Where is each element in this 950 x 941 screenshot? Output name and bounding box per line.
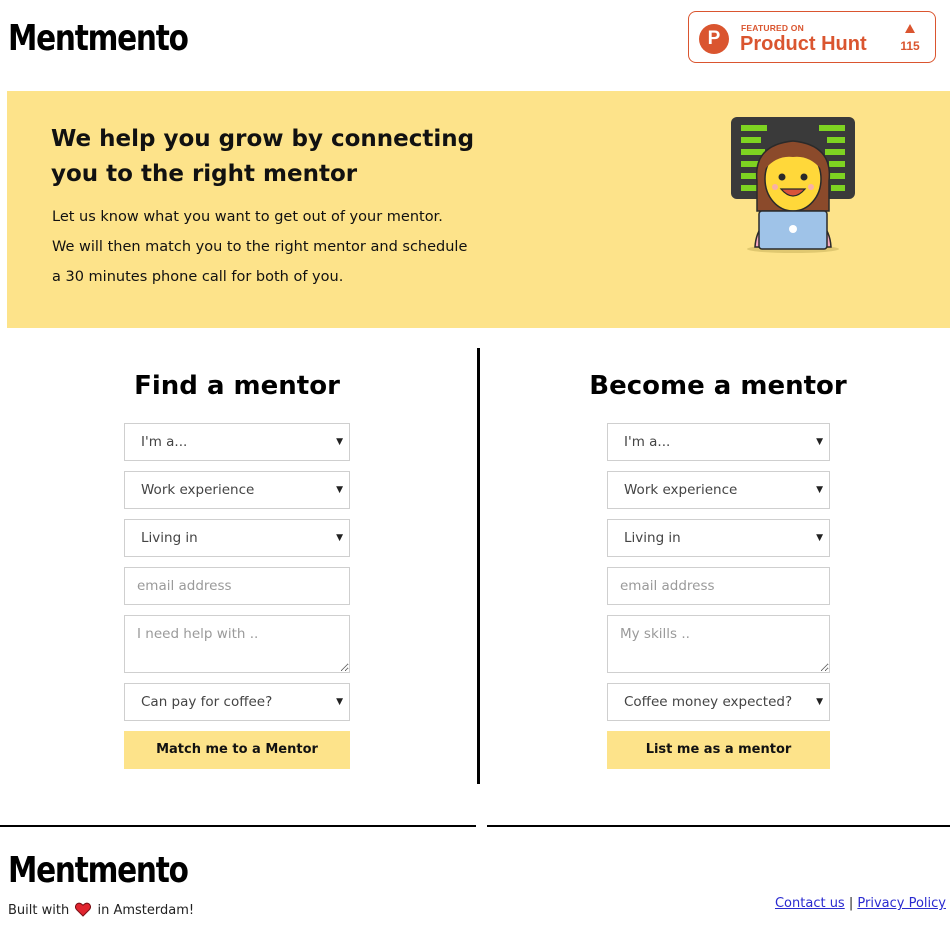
caret-down-icon: ▼: [816, 485, 823, 495]
hero-banner: We help you grow by connecting you to th…: [7, 91, 950, 328]
caret-down-icon: ▼: [336, 697, 343, 707]
product-hunt-name: Product Hunt: [740, 33, 867, 55]
hero-title: We help you grow by connecting you to th…: [51, 126, 475, 187]
heart-icon: [75, 902, 92, 917]
product-hunt-featured-label: FEATURED ON: [741, 23, 804, 33]
caret-down-icon: ▼: [816, 437, 823, 447]
footer-link-separator: |: [848, 896, 854, 911]
caret-down-icon: ▼: [336, 485, 343, 495]
find-experience-select[interactable]: Work experience ▼: [124, 471, 350, 509]
find-location-select[interactable]: Living in ▼: [124, 519, 350, 557]
woman-at-laptop-icon: [731, 117, 855, 253]
find-coffee-select[interactable]: Can pay for coffee? ▼: [124, 683, 350, 721]
become-experience-select[interactable]: Work experience ▼: [607, 471, 830, 509]
footer-divider-left: [0, 825, 476, 827]
become-email-input[interactable]: [607, 567, 830, 605]
list-mentor-button[interactable]: List me as a mentor: [607, 731, 830, 769]
hero-line: We will then match you to the right ment…: [52, 239, 468, 255]
become-role-select[interactable]: I'm a... ▼: [607, 423, 830, 461]
find-mentor-title: Find a mentor: [134, 371, 340, 401]
footer-built-with: Built with in Amsterdam!: [8, 902, 195, 918]
find-help-textarea[interactable]: [124, 615, 350, 673]
contact-us-link[interactable]: Contact us: [775, 896, 845, 911]
hero-line: Let us know what you want to get out of …: [52, 209, 443, 225]
column-divider: [477, 348, 480, 784]
caret-down-icon: ▼: [816, 697, 823, 707]
find-email-input[interactable]: [124, 567, 350, 605]
become-skills-textarea[interactable]: [607, 615, 830, 673]
become-coffee-select[interactable]: Coffee money expected? ▼: [607, 683, 830, 721]
become-location-select[interactable]: Living in ▼: [607, 519, 830, 557]
product-hunt-vote-count: 115: [900, 39, 920, 53]
product-hunt-logo-icon: P: [699, 24, 729, 54]
site-logo[interactable]: Mentmento: [8, 18, 189, 60]
caret-down-icon: ▼: [336, 533, 343, 543]
upvote-arrow-icon: [905, 24, 915, 33]
match-mentor-button[interactable]: Match me to a Mentor: [124, 731, 350, 769]
product-hunt-badge[interactable]: P FEATURED ON Product Hunt 115: [688, 11, 936, 63]
hero-line: a 30 minutes phone call for both of you.: [52, 269, 344, 285]
caret-down-icon: ▼: [816, 533, 823, 543]
footer-divider-right: [487, 825, 950, 827]
find-role-select[interactable]: I'm a... ▼: [124, 423, 350, 461]
caret-down-icon: ▼: [336, 437, 343, 447]
become-mentor-title: Become a mentor: [589, 371, 847, 401]
footer-links: Contact us | Privacy Policy: [775, 896, 946, 911]
footer-logo[interactable]: Mentmento: [8, 850, 189, 892]
hero-description: Let us know what you want to get out of …: [52, 202, 552, 292]
privacy-policy-link[interactable]: Privacy Policy: [857, 896, 946, 911]
